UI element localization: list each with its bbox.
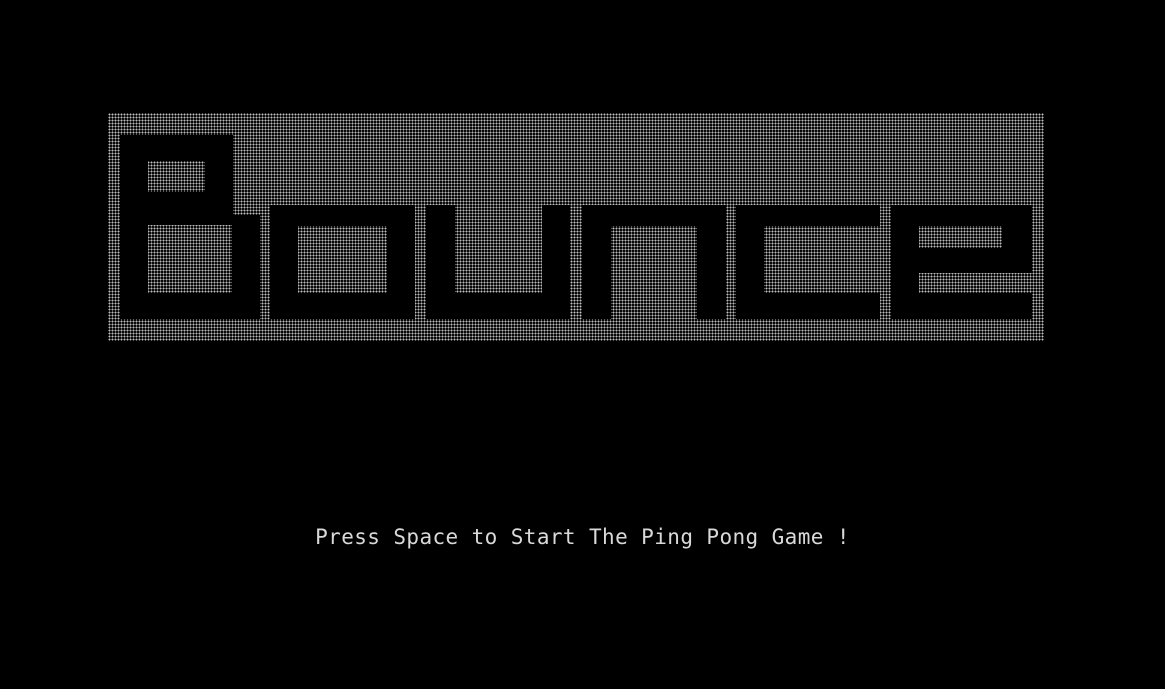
logo-letter-c — [736, 205, 880, 319]
bounce-logo: Bounce — [108, 113, 1044, 341]
logo-letters — [120, 135, 1032, 319]
logo-letter-n — [582, 205, 726, 319]
logo-letter-e — [891, 205, 1032, 319]
logo-letter-b — [120, 135, 260, 319]
logo-letter-u — [426, 205, 570, 319]
start-prompt: Press Space to Start The Ping Pong Game … — [315, 525, 850, 549]
game-screen[interactable]: Bounce Press Space to Start The Ping Pon… — [0, 0, 1165, 689]
logo-letter-o — [270, 205, 415, 319]
